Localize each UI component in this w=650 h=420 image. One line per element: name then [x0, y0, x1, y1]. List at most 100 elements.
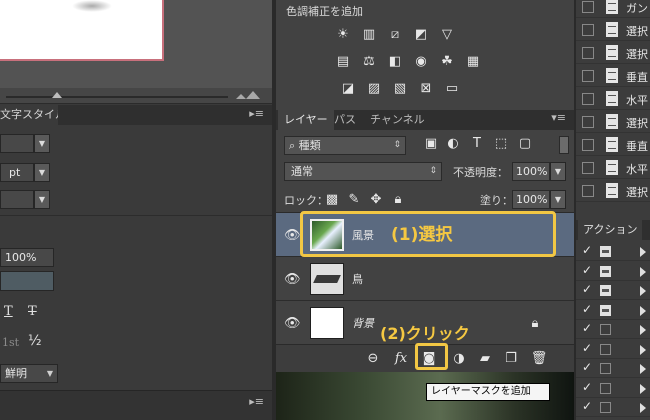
expand-triangle-icon[interactable] — [640, 364, 646, 374]
font-style-field[interactable] — [0, 134, 34, 153]
check-icon[interactable]: ✓ — [582, 399, 592, 413]
action-row[interactable]: ✓ — [576, 301, 650, 320]
text-color-swatch[interactable] — [0, 271, 54, 291]
levels-icon[interactable]: ▥ — [360, 26, 378, 44]
strikethrough-icon[interactable]: T — [28, 304, 37, 319]
eye-icon[interactable]: 👁︎ — [284, 227, 301, 243]
fill-dropdown[interactable]: ▼ — [550, 190, 566, 209]
adjustment-filter-icon[interactable]: ◐ — [444, 135, 462, 153]
font-size-dropdown[interactable]: ▼ — [34, 163, 50, 182]
expand-triangle-icon[interactable] — [640, 403, 646, 413]
dialog-toggle-icon[interactable] — [600, 343, 611, 355]
action-row[interactable]: ✓ — [576, 359, 650, 378]
lock-transparent-icon[interactable]: ▩ — [324, 191, 340, 207]
color-lookup-icon[interactable]: ▦ — [464, 53, 482, 71]
action-row[interactable]: ✓ — [576, 398, 650, 417]
gradient-map-icon[interactable]: ▭ — [443, 80, 461, 98]
posterize-icon[interactable]: ▨ — [365, 80, 383, 98]
dialog-toggle-icon[interactable] — [600, 402, 611, 413]
panel-menu-icon[interactable]: ▸≡ — [249, 107, 264, 120]
channel-mixer-icon[interactable]: ☘ — [438, 53, 456, 71]
selective-color-icon[interactable]: ⊠ — [417, 80, 435, 98]
shape-filter-icon[interactable]: ⬚ — [492, 135, 510, 153]
zoom-in-mountain-icon[interactable] — [246, 91, 260, 99]
layer-name[interactable]: 鳥 — [352, 271, 363, 287]
threshold-icon[interactable]: ▧ — [391, 80, 409, 98]
tab-actions[interactable]: アクション — [578, 220, 643, 240]
document-canvas[interactable] — [0, 0, 164, 61]
eye-icon[interactable]: 👁︎ — [284, 271, 301, 287]
expand-triangle-icon[interactable] — [640, 383, 646, 394]
expand-triangle-icon[interactable] — [640, 305, 646, 316]
fraction-icon[interactable]: ½ — [28, 333, 42, 349]
layer-name[interactable]: 背景 — [352, 315, 374, 331]
lock-image-brush-icon[interactable]: ✎ — [346, 191, 362, 207]
opacity-input[interactable]: 100% — [512, 162, 550, 181]
smart-object-filter-icon[interactable]: ▢ — [516, 135, 534, 153]
dialog-toggle-icon[interactable] — [600, 285, 611, 296]
history-item[interactable]: 選択 — [576, 111, 650, 133]
kerning-dropdown[interactable]: ▼ — [34, 190, 50, 209]
zoom-slider-track[interactable] — [6, 96, 228, 98]
trash-icon[interactable]: 🗑︎ — [530, 350, 548, 368]
history-checkbox[interactable] — [582, 162, 594, 174]
history-checkbox[interactable] — [582, 1, 594, 13]
dialog-toggle-icon[interactable] — [600, 246, 611, 257]
tab-paths[interactable]: パス — [328, 110, 362, 130]
history-item[interactable]: 垂直 — [576, 65, 650, 87]
canvas-area[interactable] — [0, 0, 272, 88]
fill-input[interactable]: 100% — [512, 190, 550, 209]
new-layer-icon[interactable]: ❐ — [502, 350, 520, 368]
link-layers-icon[interactable]: ⊖ — [364, 350, 382, 368]
check-icon[interactable]: ✓ — [582, 302, 592, 316]
tab-character-style[interactable]: 文字スタイル — [0, 105, 58, 125]
action-row[interactable]: ✓ — [576, 262, 650, 281]
history-checkbox[interactable] — [582, 139, 594, 151]
lock-position-icon[interactable]: ✥ — [368, 191, 384, 207]
vibrance-icon[interactable]: ▽ — [438, 26, 456, 44]
history-item[interactable]: 選択 — [576, 180, 650, 202]
curves-icon[interactable]: ⧄ — [386, 26, 404, 44]
action-row[interactable]: ✓ — [576, 379, 650, 398]
check-icon[interactable]: ✓ — [582, 321, 592, 335]
tab-channels[interactable]: チャンネル — [364, 110, 431, 130]
pixel-filter-icon[interactable]: ▣ — [422, 135, 440, 153]
eye-icon[interactable]: 👁︎ — [284, 315, 301, 331]
expand-triangle-icon[interactable] — [640, 286, 646, 296]
history-item[interactable]: 垂直 — [576, 134, 650, 156]
history-checkbox[interactable] — [582, 70, 594, 82]
zoom-slider-thumb[interactable] — [52, 92, 62, 98]
blend-mode-select[interactable]: 通常 ⇕ — [284, 162, 442, 181]
expand-triangle-icon[interactable] — [640, 325, 646, 335]
history-item[interactable]: 選択 — [576, 19, 650, 41]
check-icon[interactable]: ✓ — [582, 263, 592, 277]
layer-kind-filter[interactable]: ⌕ 種類 ⇕ — [284, 136, 406, 155]
check-icon[interactable]: ✓ — [582, 360, 592, 374]
black-white-icon[interactable]: ◧ — [386, 53, 404, 71]
font-style-dropdown[interactable]: ▼ — [34, 134, 50, 153]
zoom-out-mountain-icon[interactable] — [236, 94, 246, 99]
photo-filter-icon[interactable]: ◉ — [412, 53, 430, 71]
expand-triangle-icon[interactable] — [640, 344, 646, 355]
check-icon[interactable]: ✓ — [582, 282, 592, 296]
panel-menu-icon[interactable]: ▾≡ — [551, 111, 566, 124]
action-row[interactable]: ✓ — [576, 281, 650, 300]
expand-triangle-icon[interactable] — [640, 266, 646, 277]
tab-layers[interactable]: レイヤー — [278, 110, 334, 130]
check-icon[interactable]: ✓ — [582, 380, 592, 394]
ordinal-icon[interactable]: 1st — [2, 336, 19, 349]
check-icon[interactable]: ✓ — [582, 341, 592, 355]
kerning-field[interactable] — [0, 190, 34, 209]
history-item[interactable]: 水平 — [576, 88, 650, 110]
history-checkbox[interactable] — [582, 47, 594, 59]
history-checkbox[interactable] — [582, 185, 594, 197]
new-adjustment-layer-icon[interactable]: ◑ — [450, 350, 468, 368]
exposure-icon[interactable]: ◩ — [412, 26, 430, 44]
history-checkbox[interactable] — [582, 116, 594, 128]
action-row[interactable]: ✓ — [576, 242, 650, 261]
hue-saturation-icon[interactable]: ▤ — [334, 53, 352, 71]
expand-triangle-icon[interactable] — [640, 247, 646, 257]
brightness-icon[interactable]: ☀ — [334, 26, 352, 44]
history-checkbox[interactable] — [582, 93, 594, 105]
antialias-select[interactable]: 鮮明 ▼ — [0, 364, 58, 383]
